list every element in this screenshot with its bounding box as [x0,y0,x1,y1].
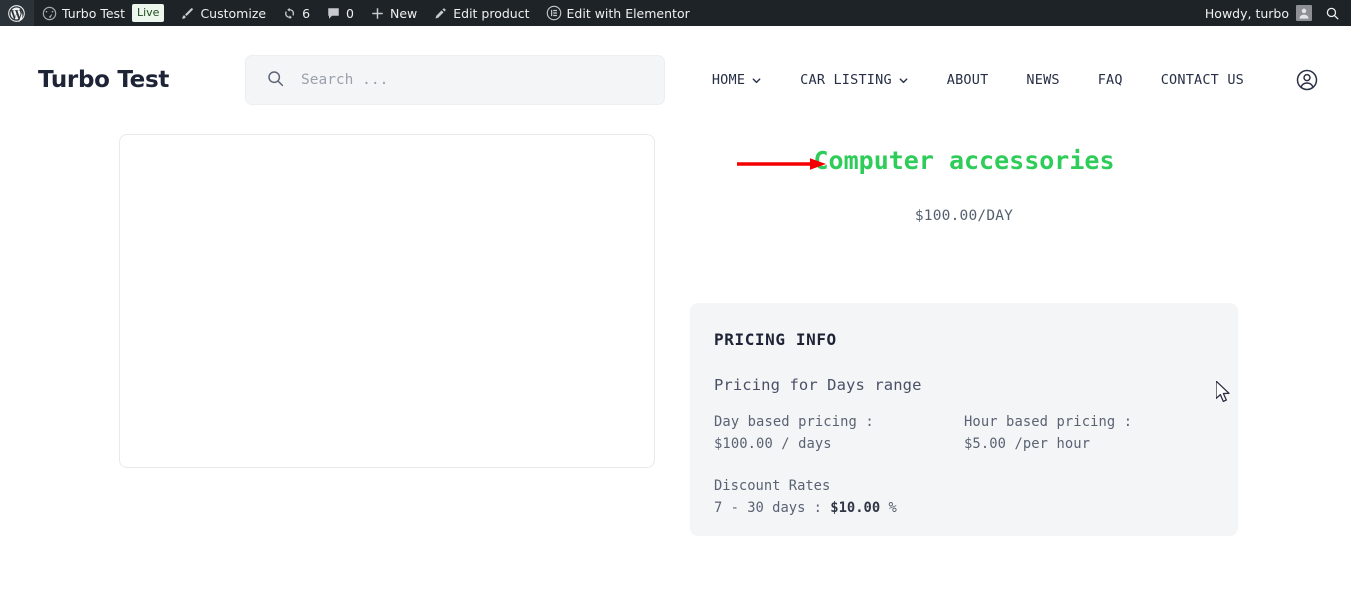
pricing-columns: Day based pricing : $100.00 / days Hour … [714,411,1214,455]
product-summary: Computer accessories $100.00/DAY [690,134,1238,224]
plus-icon [370,6,385,21]
discount-value: $10.00 [830,500,881,516]
user-avatar-icon [1296,5,1312,21]
day-based-pricing-label: Day based pricing : [714,414,874,430]
site-header: Turbo Test HOME CAR LISTING [0,26,1351,134]
wordpress-logo-button[interactable] [0,0,34,26]
pencil-icon [433,6,448,21]
admin-bar-item-site-name[interactable]: Turbo Test Live [34,0,172,26]
pricing-column-day-based: Day based pricing : $100.00 / days [714,411,964,455]
nav-item-faq[interactable]: FAQ [1079,60,1142,100]
site-logo-title[interactable]: Turbo Test [38,66,188,95]
nav-item-car-listing-label: CAR LISTING [800,72,892,88]
admin-bar-updates-count: 6 [302,5,311,21]
admin-bar-item-edit-product[interactable]: Edit product [425,0,537,26]
search-input[interactable] [299,56,664,104]
product-price: $100.00/DAY [914,208,1014,224]
admin-bar-right-group: Howdy, turbo [1196,0,1351,26]
admin-bar-item-customize[interactable]: Customize [172,0,274,26]
admin-bar-new-label: New [389,5,418,21]
nav-item-contact-us[interactable]: CONTACT US [1142,60,1263,100]
admin-bar-edit-elementor-label: Edit with Elementor [566,5,690,21]
search-icon [1325,6,1340,21]
updates-icon [282,6,297,21]
admin-bar-site-name-label: Turbo Test [62,5,125,21]
chevron-down-icon [751,75,762,86]
nav-item-faq-label: FAQ [1097,72,1123,88]
search-box[interactable] [245,55,665,105]
pricing-info-heading: PRICING INFO [714,330,837,349]
nav-item-about[interactable]: ABOUT [928,60,1008,100]
elementor-icon [546,5,562,21]
hour-based-pricing-label: Hour based pricing : [964,414,1133,430]
main-navigation: HOME CAR LISTING ABOUT NEWS FAQ CONTACT … [693,60,1321,100]
admin-bar-search-button[interactable] [1321,6,1351,21]
dashboard-icon [42,6,57,21]
discount-rates-row: 7 - 30 days : $10.00 % [714,497,1214,519]
user-account-icon[interactable] [1293,66,1321,94]
howdy-label: Howdy, turbo [1204,5,1289,21]
admin-bar-my-account[interactable]: Howdy, turbo [1196,5,1321,21]
brush-icon [180,6,195,21]
live-badge: Live [131,4,165,22]
admin-bar-item-comments[interactable]: 0 [318,0,362,26]
product-title: Computer accessories [813,145,1115,175]
comment-icon [326,6,341,21]
nav-item-contact-us-label: CONTACT US [1160,72,1244,88]
nav-item-car-listing[interactable]: CAR LISTING [781,60,928,100]
nav-item-about-label: ABOUT [946,72,989,88]
pricing-subheading: Pricing for Days range [714,376,922,394]
discount-rates-title: Discount Rates [714,478,831,494]
discount-range-label: 7 - 30 days : [714,500,831,516]
admin-bar-comments-count: 0 [346,5,354,21]
admin-bar-item-edit-elementor[interactable]: Edit with Elementor [538,0,698,26]
nav-item-news[interactable]: NEWS [1007,60,1078,100]
admin-bar-edit-product-label: Edit product [453,5,530,21]
discount-unit: % [880,500,897,516]
admin-bar-item-new[interactable]: New [362,0,425,26]
wp-admin-bar: Turbo Test Live Customize 6 0 New Edit p… [0,0,1351,26]
product-gallery-placeholder[interactable] [119,134,655,468]
pricing-info-card: PRICING INFO Pricing for Days range Day … [690,303,1238,536]
nav-item-home-label: HOME [711,72,746,88]
chevron-down-icon [898,75,909,86]
product-page-body: Computer accessories $100.00/DAY PRICING… [0,134,1351,607]
admin-bar-customize-label: Customize [200,5,267,21]
nav-item-home[interactable]: HOME [693,60,781,100]
pricing-column-hour-based: Hour based pricing : $5.00 /per hour [964,411,1214,455]
product-title-row: Computer accessories [690,134,1238,186]
day-based-pricing-value: $100.00 / days [714,436,832,452]
nav-item-news-label: NEWS [1026,72,1060,88]
admin-bar-item-updates[interactable]: 6 [274,0,318,26]
wordpress-logo-icon [8,4,25,22]
hour-based-pricing-value: $5.00 /per hour [964,436,1091,452]
search-icon [266,69,285,92]
